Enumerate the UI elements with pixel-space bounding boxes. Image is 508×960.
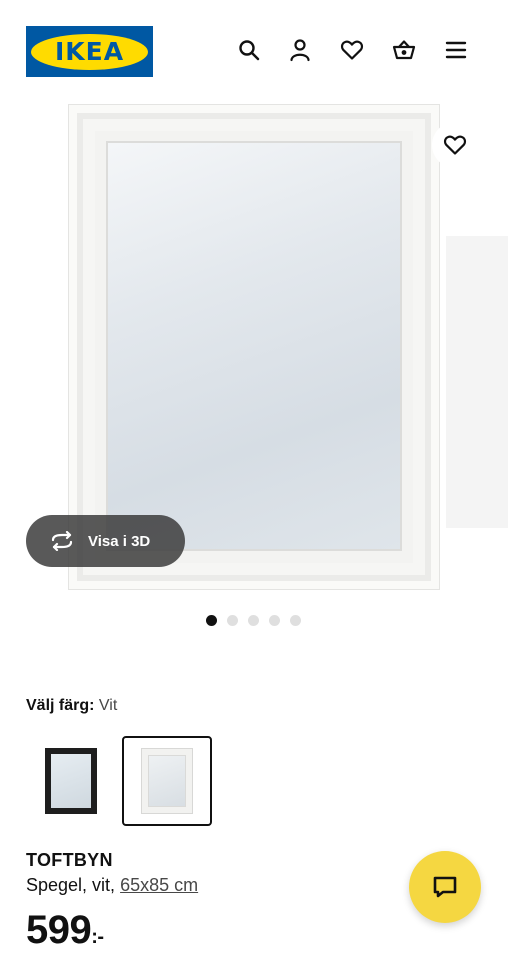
- view-in-3d-button[interactable]: Visa i 3D: [26, 515, 185, 567]
- view-in-3d-label: Visa i 3D: [88, 532, 151, 550]
- chat-button[interactable]: [409, 851, 481, 923]
- carousel-dot[interactable]: [248, 615, 259, 626]
- swatch-image-white: [141, 748, 193, 814]
- site-header: IKEA: [0, 0, 508, 100]
- carousel-dot[interactable]: [206, 615, 217, 626]
- color-selection-label: Välj färg: Vit: [26, 697, 117, 715]
- color-swatch-white[interactable]: [122, 736, 212, 826]
- next-image-peek: [446, 236, 508, 528]
- carousel-dot[interactable]: [269, 615, 280, 626]
- logo-oval: IKEA: [31, 33, 148, 70]
- basket-icon[interactable]: [388, 34, 420, 66]
- product-description: Spegel, vit, 65x85 cm: [26, 875, 198, 896]
- carousel-dot[interactable]: [227, 615, 238, 626]
- favorite-button[interactable]: [432, 122, 478, 168]
- heart-icon: [443, 135, 467, 155]
- price-suffix: :-: [91, 926, 104, 948]
- product-type: Spegel, vit,: [26, 875, 116, 895]
- product-name: TOFTBYN: [26, 850, 113, 870]
- menu-icon[interactable]: [440, 34, 472, 66]
- mirror-glass: [106, 141, 402, 551]
- product-price: 599:-: [26, 908, 104, 953]
- carousel-dot[interactable]: [290, 615, 301, 626]
- user-icon[interactable]: [284, 34, 316, 66]
- chat-icon: [433, 876, 457, 898]
- heart-icon[interactable]: [336, 34, 368, 66]
- carousel-dots: [206, 615, 301, 626]
- color-swatch-black[interactable]: [26, 736, 116, 826]
- color-value: Vit: [98, 697, 118, 714]
- logo-text: IKEA: [54, 37, 125, 66]
- rotate-icon: [51, 531, 73, 551]
- color-label: Välj färg:: [26, 697, 95, 714]
- ikea-logo[interactable]: IKEA: [26, 26, 153, 77]
- swatch-image-black: [45, 748, 97, 814]
- product-measure-link[interactable]: 65x85 cm: [120, 875, 198, 895]
- price-value: 599: [26, 908, 92, 952]
- search-icon[interactable]: [233, 34, 265, 66]
